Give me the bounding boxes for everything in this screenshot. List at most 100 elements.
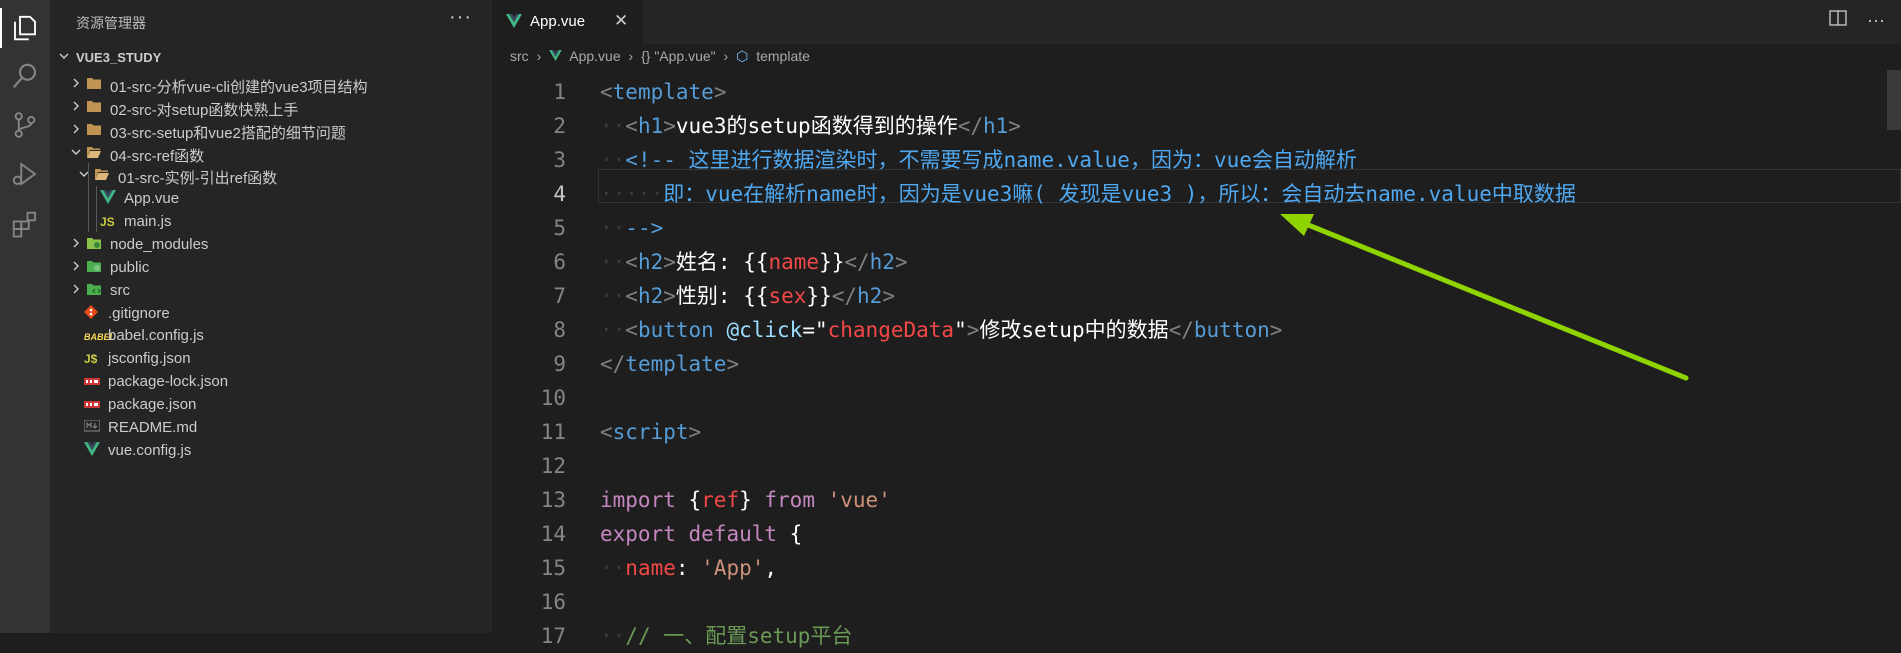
vue-file-icon: [506, 14, 522, 33]
symbol-icon: ⬡: [736, 48, 749, 64]
line-number: 6: [553, 250, 566, 274]
code-text: import {ref} from 'vue': [600, 483, 891, 517]
code-token: h2: [637, 284, 664, 308]
code-token: 'App': [701, 556, 765, 580]
indent-guide: [96, 186, 97, 232]
chevron-right-icon: ›: [723, 48, 729, 64]
more-actions-icon[interactable]: ···: [1867, 10, 1885, 31]
tree-item-label: package.json: [108, 395, 197, 413]
line-number: 14: [540, 522, 566, 546]
code-token: h1: [983, 114, 1009, 138]
code-line: 15 ··name: 'App',: [492, 551, 1901, 585]
code-token: <!--: [625, 148, 676, 172]
scrollbar-slider[interactable]: [1887, 70, 1901, 130]
tree-item-label: .gitignore: [108, 304, 170, 322]
tree-item-label: src: [110, 281, 130, 299]
chevron-right-icon: [70, 99, 84, 115]
vue-file-icon: [84, 441, 102, 458]
breadcrumb-src[interactable]: src: [510, 48, 529, 64]
code-token: ": [954, 318, 967, 342]
tree-item-label: jsconfig.json: [108, 350, 191, 368]
tab-label: App.vue: [530, 13, 586, 30]
tree-item-label: package-lock.json: [108, 373, 229, 391]
chevron-right-icon: [70, 236, 84, 252]
code-token: h1: [637, 114, 664, 138]
line-number: 11: [540, 420, 566, 444]
line-number: 9: [553, 352, 566, 376]
source-control-icon[interactable]: [5, 105, 45, 145]
code-token: @click: [726, 318, 803, 342]
folder-icon: [86, 76, 104, 92]
code-text: ··<h2>姓名: {{name}}</h2>: [600, 245, 908, 279]
code-token: sex: [768, 284, 807, 308]
code-token: name: [625, 556, 676, 580]
code-line: 8 ··<button @click="changeData">修改setup中的…: [492, 313, 1901, 347]
more-actions-icon[interactable]: ···: [449, 6, 472, 29]
chevron-down-icon: [78, 167, 92, 183]
code-token: ··: [600, 624, 626, 648]
code-text: </template>: [600, 347, 739, 381]
code-token: ··: [600, 284, 626, 308]
code-token: changeData: [827, 318, 955, 342]
tree-item-label: main.js: [124, 213, 172, 231]
code-token: ··: [600, 250, 626, 274]
tab-app-vue[interactable]: App.vue ✕: [492, 0, 642, 44]
code-token: <: [600, 420, 613, 444]
code-token: ··: [600, 556, 626, 580]
code-token: 即：vue在解析name时，因为是vue3嘛( 发现是vue3 )，所以：会自动…: [663, 182, 1576, 206]
chevron-right-icon: [70, 122, 84, 138]
code-token: import: [600, 488, 676, 512]
code-token: <: [625, 318, 638, 342]
javascript-file-icon: JS: [100, 215, 115, 230]
close-icon[interactable]: ✕: [614, 11, 628, 31]
breadcrumb-object[interactable]: {} "App.vue": [641, 48, 716, 64]
git-file-icon: [84, 304, 102, 321]
run-debug-icon[interactable]: [5, 154, 45, 194]
folder-icon: [94, 167, 112, 183]
tree-item-label: README.md: [108, 418, 198, 436]
code-token: <: [625, 114, 638, 138]
chevron-right-icon: ›: [628, 48, 634, 64]
editor-area: App.vue ✕ ··· src › App.vue › {} "App.vu…: [492, 0, 1901, 648]
code-text: ··<h2>性别: {{sex}}</h2>: [600, 279, 895, 313]
code-token: 这里进行数据渲染时，不需要写成name.value，因为：vue会自动解析: [675, 148, 1357, 172]
code-line: 12: [492, 449, 1901, 483]
code-text: <script>: [600, 415, 701, 449]
search-icon[interactable]: [5, 56, 45, 96]
code-token: }}: [819, 250, 845, 274]
code-line: 2 ··<h1>vue3的setup函数得到的操作</h1>: [492, 109, 1901, 143]
code-token: >: [726, 352, 740, 376]
tab-bar: App.vue ✕ ···: [492, 0, 1901, 44]
breadcrumb-file[interactable]: App.vue: [569, 48, 620, 64]
explorer-header: 资源管理器 ···: [50, 0, 492, 44]
line-number: 2: [553, 114, 566, 138]
code-text: ··// 一、配置setup平台: [600, 619, 852, 653]
code-token: }}: [806, 284, 832, 308]
babel-file-icon: BABEL: [84, 332, 115, 343]
code-text: <template>: [600, 75, 726, 109]
code-token: template: [612, 80, 714, 104]
tree-item-label: vue.config.js: [108, 441, 192, 459]
line-number: 4: [553, 182, 566, 206]
line-number: 7: [553, 284, 566, 308]
workspace-section[interactable]: VUE3_STUDY: [50, 46, 492, 70]
tree-item[interactable]: vue.config.js: [50, 437, 492, 464]
explorer-title: 资源管理器: [76, 15, 146, 31]
code-token: </: [831, 284, 858, 308]
extensions-icon[interactable]: [5, 204, 45, 244]
code-token: script: [612, 420, 689, 444]
line-number: 16: [540, 590, 566, 614]
chevron-down-icon: [70, 145, 84, 161]
npm-file-icon: [84, 373, 102, 389]
breadcrumb-template[interactable]: template: [756, 48, 810, 64]
line-number: 1: [553, 80, 566, 104]
code-token: ··: [600, 216, 626, 240]
split-editor-icon[interactable]: [1828, 10, 1847, 31]
chevron-right-icon: [70, 282, 84, 298]
code-text: ··<h1>vue3的setup函数得到的操作</h1>: [600, 109, 1021, 143]
code-token: export: [600, 522, 676, 546]
explorer-icon[interactable]: [0, 8, 45, 48]
code-token: <: [625, 284, 638, 308]
code-token: ·····: [600, 182, 664, 206]
code-token: 性别: {{: [675, 284, 769, 308]
